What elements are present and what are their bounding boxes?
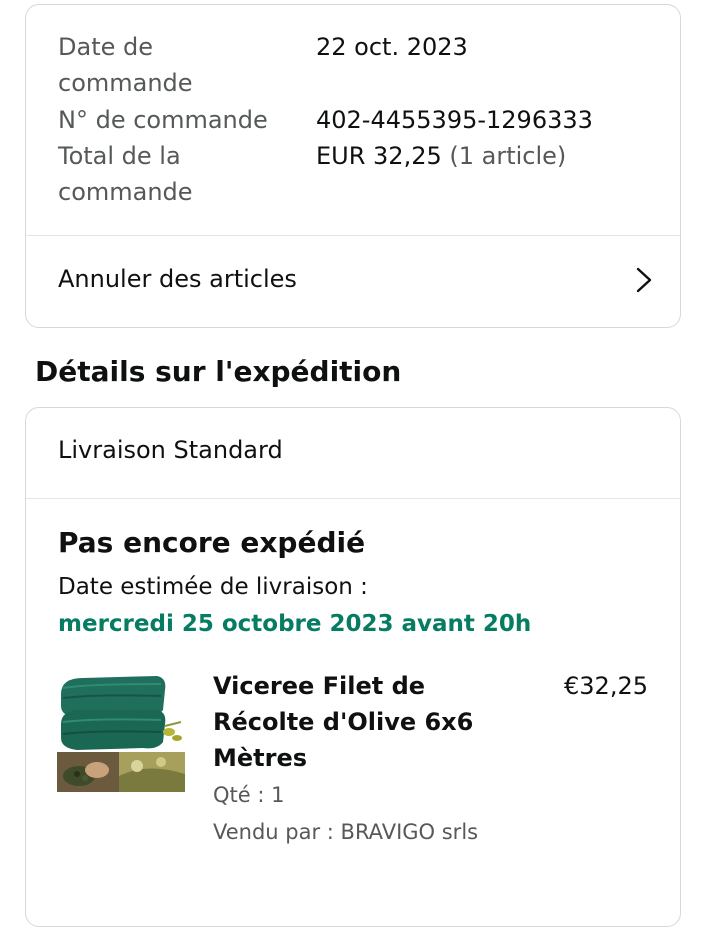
order-total-label: Total de la commande	[58, 142, 193, 206]
order-total-amount: EUR 32,25	[316, 142, 442, 170]
order-total-items: (1 article)	[449, 142, 567, 170]
order-date-value: 22 oct. 2023	[316, 33, 468, 61]
cancel-items-row[interactable]: Annuler des articles	[26, 236, 680, 328]
product-seller: Vendu par : BRAVIGO srls	[213, 820, 479, 844]
order-number-label: N° de commande	[58, 106, 268, 134]
order-summary-card: Date de commande 22 oct. 2023 N° de comm…	[25, 4, 681, 328]
cancel-items-label: Annuler des articles	[58, 265, 297, 293]
shipment-status: Pas encore expédié	[58, 526, 366, 559]
estimated-delivery-date: mercredi 25 octobre 2023 avant 20h	[58, 611, 532, 637]
product-title[interactable]: Viceree Filet de Récolte d'Olive 6x6 Mèt…	[213, 668, 513, 776]
shipping-section-title: Détails sur l'expédition	[35, 355, 402, 388]
order-total-value: EUR 32,25 (1 article)	[316, 138, 566, 174]
product-price: €32,25	[564, 672, 648, 700]
shipping-card: Livraison Standard Pas encore expédié Da…	[25, 407, 681, 927]
order-number-value: 402-4455395-1296333	[316, 106, 593, 134]
order-date-label: Date de commande	[58, 33, 193, 97]
estimated-delivery-label: Date estimée de livraison :	[58, 574, 368, 600]
product-image[interactable]	[57, 666, 185, 794]
divider	[26, 498, 680, 499]
chevron-right-icon	[636, 267, 652, 293]
product-quantity: Qté : 1	[213, 783, 285, 807]
shipping-method: Livraison Standard	[58, 436, 283, 464]
